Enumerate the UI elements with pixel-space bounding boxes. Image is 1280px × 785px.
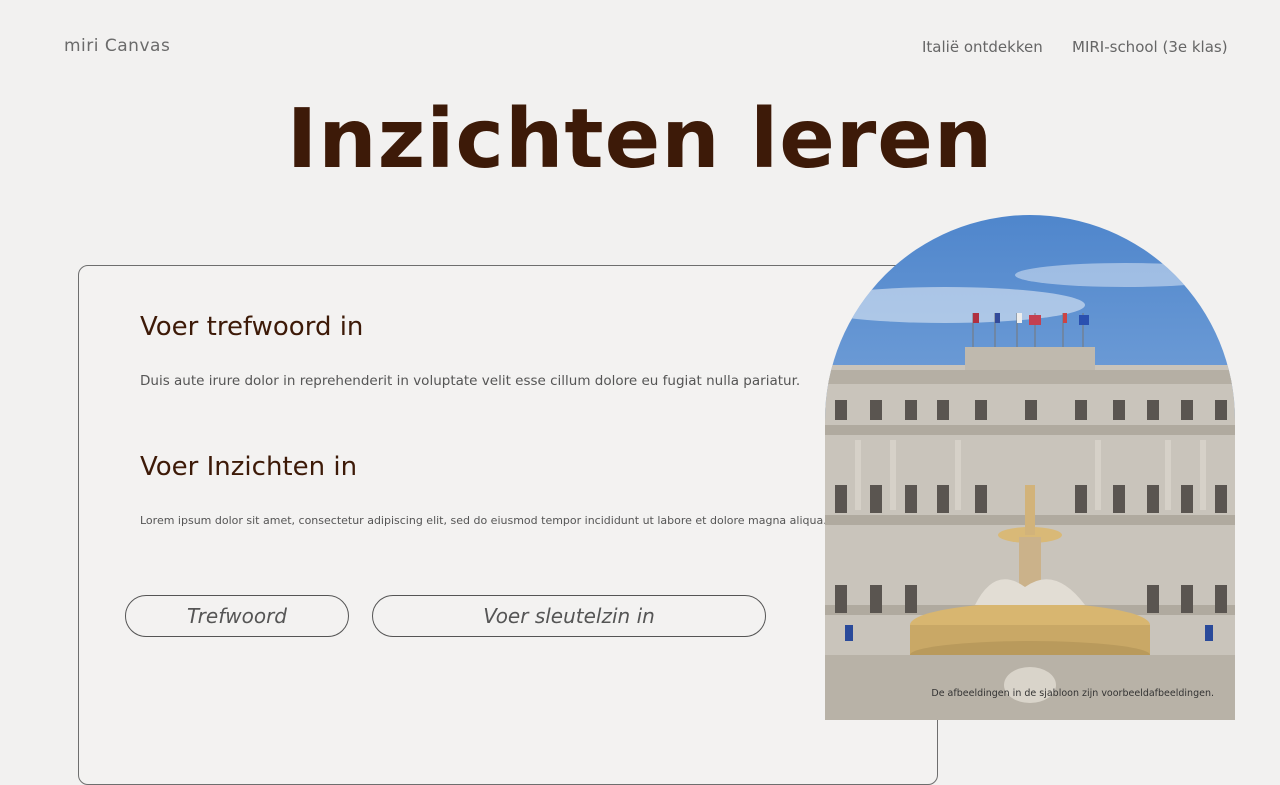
image-caption: De afbeeldingen in de sjabloon zijn voor… <box>931 688 1214 699</box>
key-phrase-pill-button[interactable]: Voer sleutelzin in <box>372 595 766 637</box>
insights-text: Lorem ipsum dolor sit amet, consectetur … <box>140 514 827 527</box>
nav-item-italie[interactable]: Italië ontdekken <box>922 38 1043 56</box>
keyword-text: Duis aute irure dolor in reprehenderit i… <box>140 373 801 389</box>
nav-item-school[interactable]: MIRI-school (3e klas) <box>1072 38 1228 56</box>
keyword-heading: Voer trefwoord in <box>140 312 364 342</box>
page-title: Inzichten leren <box>286 92 994 187</box>
insights-heading: Voer Inzichten in <box>140 452 358 482</box>
logo[interactable]: miri Canvas <box>64 36 170 56</box>
palace-fountain-image <box>825 215 1235 720</box>
keyword-pill-button[interactable]: Trefwoord <box>125 595 349 637</box>
